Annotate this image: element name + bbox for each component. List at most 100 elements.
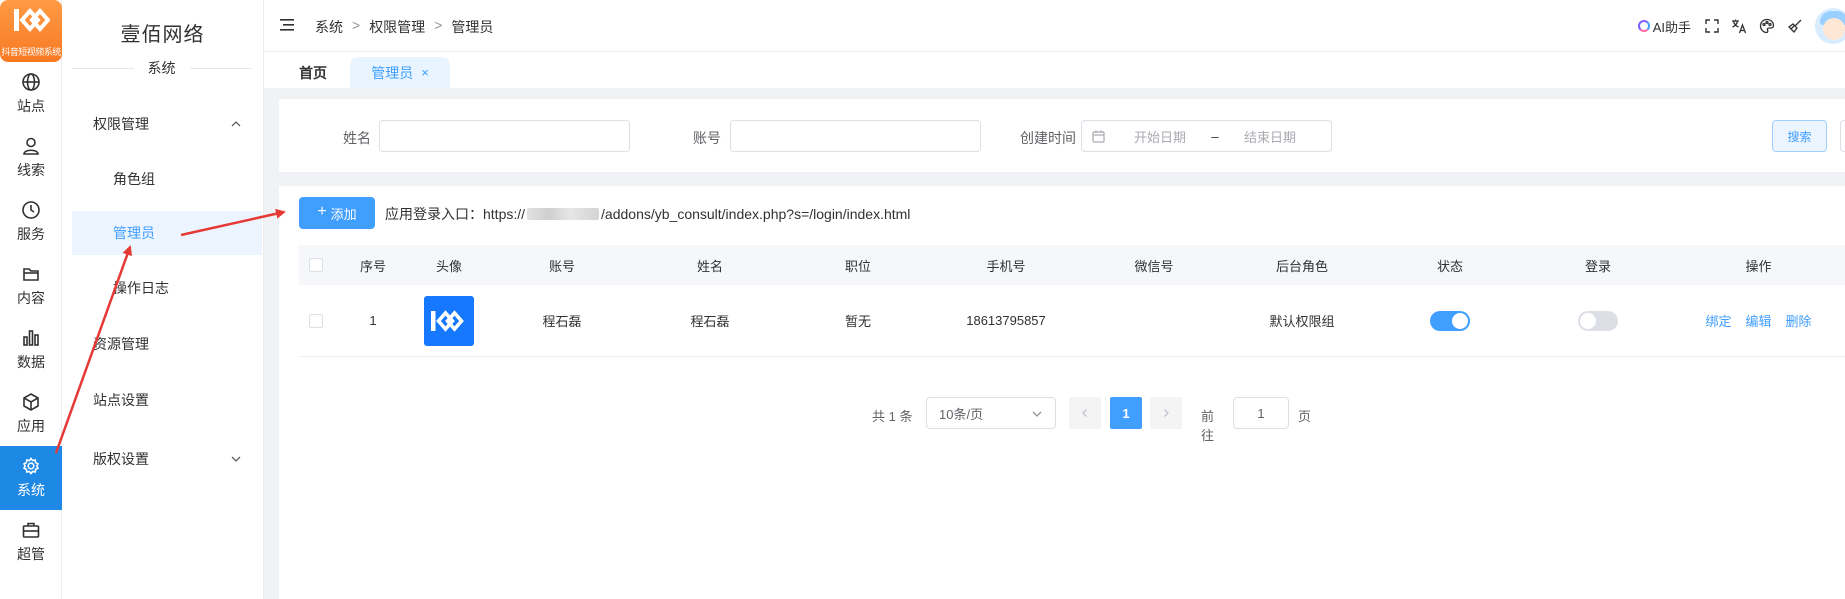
breadcrumb-item[interactable]: 系统 — [315, 17, 343, 37]
rail-item-label: 服务 — [17, 226, 45, 242]
menu-role-group[interactable]: 角色组 — [72, 157, 262, 201]
column-header: 序号 — [359, 258, 386, 274]
start-date-placeholder[interactable]: 开始日期 — [1125, 127, 1195, 146]
calendar-icon — [1092, 130, 1105, 143]
cell-index: 1 — [369, 313, 377, 328]
menu-site-settings[interactable]: 站点设置 — [72, 378, 262, 422]
account-input[interactable] — [730, 120, 981, 152]
rail-item-apps[interactable]: 应用 — [0, 382, 62, 446]
top-header: 系统 > 权限管理 > 管理员 AI助手 — [264, 0, 1845, 52]
reset-button[interactable] — [1840, 120, 1845, 152]
app-logo[interactable]: 抖音短视频系统 — [0, 0, 62, 62]
logo-text: 抖音短视频系统 — [1, 47, 61, 57]
cell-status — [1376, 285, 1524, 356]
palette-icon — [1759, 18, 1775, 34]
clock-icon — [22, 201, 40, 219]
status-switch[interactable] — [1430, 310, 1470, 331]
goto-unit: 页 — [1298, 409, 1312, 424]
next-page-button[interactable] — [1150, 397, 1182, 429]
language-button[interactable] — [1731, 18, 1747, 34]
pagination-total: 共 1 条 — [872, 409, 913, 424]
chevron-right-icon — [1164, 409, 1169, 417]
theme-button[interactable] — [1759, 18, 1775, 34]
cell-login — [1524, 285, 1672, 356]
user-icon — [23, 137, 39, 155]
rail-item-superadmin[interactable]: 超管 — [0, 510, 62, 574]
tab-label: 首页 — [299, 64, 327, 81]
tab-label: 管理员 — [371, 64, 414, 81]
column-header: 登录 — [1584, 258, 1611, 274]
rail-item-label: 系统 — [17, 482, 45, 498]
user-avatar[interactable] — [1815, 8, 1845, 44]
menu-resource-management[interactable]: 资源管理 — [72, 322, 262, 366]
switch-knob — [1452, 312, 1468, 329]
login-switch[interactable] — [1578, 310, 1618, 331]
column-header: 微信号 — [1134, 258, 1174, 274]
box-icon — [23, 393, 39, 411]
plus-icon: + — [317, 203, 327, 220]
select-all-checkbox[interactable] — [309, 258, 323, 272]
rail-item-service[interactable]: 服务 — [0, 190, 62, 254]
switch-knob — [1580, 312, 1596, 329]
rail-item-leads[interactable]: 线索 — [0, 126, 62, 190]
admin-avatar-image — [424, 295, 474, 346]
row-checkbox[interactable] — [309, 313, 323, 328]
column-header: 职位 — [844, 258, 871, 274]
briefcase-icon — [22, 522, 40, 538]
section-title-row: 系统 — [72, 58, 251, 78]
edit-link[interactable]: 编辑 — [1745, 311, 1771, 330]
rail-item-data[interactable]: 数据 — [0, 318, 62, 382]
menu-label: 资源管理 — [93, 336, 149, 352]
folder-icon — [23, 268, 39, 281]
chevron-down-icon — [231, 456, 241, 462]
prev-page-button[interactable] — [1069, 397, 1101, 429]
avatar-face — [1823, 18, 1845, 40]
bind-link[interactable]: 绑定 — [1705, 311, 1731, 330]
breadcrumb-separator: > — [434, 17, 443, 33]
tab-close-icon[interactable]: × — [421, 65, 429, 80]
rail-item-label: 站点 — [17, 98, 45, 114]
column-header: 后台角色 — [1275, 258, 1328, 274]
brand-name: 壹佰网络 — [120, 24, 205, 46]
login-entry-suffix: /addons/yb_consult/index.php?s=/login/in… — [601, 206, 911, 222]
column-header: 操作 — [1745, 258, 1772, 274]
clear-cache-button[interactable] — [1787, 18, 1803, 34]
page-size-value: 10条/页 — [939, 406, 984, 422]
ai-assistant-button[interactable]: AI助手 — [1637, 17, 1691, 36]
breadcrumb: 系统 > 权限管理 > 管理员 — [315, 17, 493, 37]
breadcrumb-item[interactable]: 权限管理 — [369, 17, 425, 37]
brush-icon — [1788, 19, 1802, 33]
bar-chart-icon — [23, 330, 39, 346]
menu-administrators[interactable]: 管理员 — [72, 211, 262, 255]
fullscreen-button[interactable] — [1705, 19, 1719, 33]
translate-icon — [1732, 19, 1747, 34]
column-header: 账号 — [548, 258, 575, 274]
menu-label: 站点设置 — [93, 392, 149, 408]
goto-page-input[interactable]: 1 — [1233, 397, 1289, 429]
page-number-current[interactable]: 1 — [1110, 397, 1142, 429]
tab-administrators[interactable]: 管理员 × — [350, 57, 450, 88]
delete-link[interactable]: 删除 — [1786, 311, 1812, 330]
table-row: 1 程石磊 程石磊 暂无 18613795857 默认权限组 绑定 编辑 删除 — [299, 285, 1845, 357]
menu-permission-management[interactable]: 权限管理 — [72, 102, 262, 146]
menu-label: 权限管理 — [93, 116, 149, 132]
name-input[interactable] — [379, 120, 630, 152]
tab-home[interactable]: 首页 — [299, 57, 327, 88]
rail-item-system[interactable]: 系统 — [0, 446, 62, 510]
rail-item-content[interactable]: 内容 — [0, 254, 62, 318]
page-size-select[interactable]: 10条/页 — [926, 397, 1056, 429]
column-header: 状态 — [1436, 258, 1463, 274]
end-date-placeholder[interactable]: 结束日期 — [1235, 127, 1305, 146]
menu-operation-log[interactable]: 操作日志 — [72, 266, 262, 310]
search-button[interactable]: 搜索 — [1772, 120, 1827, 152]
account-label: 账号 — [693, 130, 721, 146]
add-button[interactable]: + 添加 — [299, 197, 375, 229]
ai-assistant-label: AI助手 — [1652, 19, 1691, 35]
date-range-picker[interactable]: 开始日期 – 结束日期 — [1081, 120, 1332, 152]
menu-copyright-settings[interactable]: 版权设置 — [72, 437, 262, 481]
column-header: 头像 — [435, 258, 462, 274]
header-tools: AI助手 — [1637, 0, 1845, 52]
menu-toggle-icon[interactable] — [280, 18, 294, 32]
rail-item-site[interactable]: 站点 — [0, 62, 62, 126]
cell-role: 默认权限组 — [1269, 314, 1335, 329]
